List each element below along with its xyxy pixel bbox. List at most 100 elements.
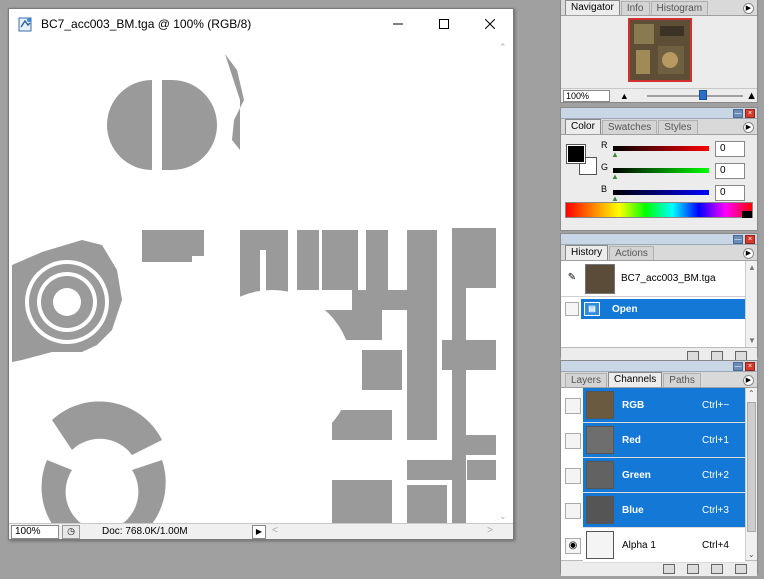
red-slider[interactable] <box>613 146 709 151</box>
visibility-toggle[interactable] <box>565 432 581 449</box>
image-canvas[interactable] <box>12 40 497 524</box>
channel-item[interactable]: Green Ctrl+2 <box>583 458 745 493</box>
save-selection-icon[interactable] <box>687 563 699 574</box>
channel-row-blue[interactable]: Blue Ctrl+3 <box>561 493 745 528</box>
scroll-up-icon[interactable]: ⌃ <box>748 389 755 398</box>
tab-histogram[interactable]: Histogram <box>650 1 709 15</box>
panel-close-icon[interactable]: × <box>745 109 755 118</box>
visibility-toggle[interactable] <box>565 467 581 484</box>
red-value-field[interactable]: 0 <box>715 141 745 157</box>
channels-scrollbar[interactable]: ⌃ ⌄ <box>745 388 757 560</box>
channel-row-alpha[interactable]: ◉ Alpha 1 Ctrl+4 <box>561 528 745 563</box>
channel-thumbnail <box>586 426 614 454</box>
panel-minimize-icon[interactable]: — <box>733 362 743 371</box>
zoom-field[interactable]: 100% <box>11 524 59 539</box>
zoom-in-icon[interactable]: ▲ <box>746 90 757 102</box>
history-step-label: Open <box>612 303 638 315</box>
horizontal-scrollbar[interactable]: < > <box>270 525 513 539</box>
panel-menu-icon[interactable]: ▶ <box>743 3 754 14</box>
scroll-right-icon[interactable]: > <box>487 525 493 536</box>
panel-minimize-icon[interactable]: — <box>733 235 743 244</box>
zoom-out-icon[interactable]: ▲ <box>620 91 629 101</box>
tab-layers[interactable]: Layers <box>565 373 608 387</box>
slider-marker-icon[interactable]: ▲ <box>611 172 619 181</box>
close-button[interactable] <box>467 9 513 39</box>
channel-item[interactable]: Alpha 1 Ctrl+4 <box>583 528 745 563</box>
zoom-slider[interactable] <box>646 89 743 102</box>
panel-close-icon[interactable]: × <box>745 362 755 371</box>
vertical-scrollbar[interactable]: ⌃ ⌄ <box>496 40 512 524</box>
channel-item[interactable]: Blue Ctrl+3 <box>583 493 745 528</box>
history-source-checkbox[interactable] <box>565 302 579 316</box>
scroll-up-icon[interactable]: ⌃ <box>499 42 507 53</box>
tab-color[interactable]: Color <box>565 119 601 134</box>
camera-snapshot-icon[interactable] <box>711 350 723 361</box>
maximize-icon <box>439 19 449 29</box>
history-state-open[interactable]: ▤ Open <box>561 299 745 319</box>
open-document-icon: ▤ <box>584 302 600 316</box>
navigator-thumbnail[interactable] <box>628 18 692 82</box>
panel-minimize-icon[interactable]: — <box>733 109 743 118</box>
panel-header[interactable]: — × <box>561 234 757 245</box>
channel-item[interactable]: Red Ctrl+1 <box>583 423 745 458</box>
blue-slider[interactable] <box>613 190 709 195</box>
history-snapshot[interactable]: ✎ BC7_acc003_BM.tga <box>561 261 745 297</box>
tab-swatches[interactable]: Swatches <box>601 120 658 134</box>
scroll-thumb[interactable] <box>747 402 756 532</box>
navigator-zoom-field[interactable]: 100% <box>563 89 610 102</box>
panel-menu-icon[interactable]: ▶ <box>743 375 754 386</box>
green-value-field[interactable]: 0 <box>715 163 745 179</box>
tab-styles[interactable]: Styles <box>658 120 698 134</box>
minimize-button[interactable] <box>375 9 421 39</box>
history-brush-icon[interactable]: ✎ <box>565 272 579 286</box>
scroll-down-icon[interactable]: ▼ <box>748 336 756 345</box>
tab-channels[interactable]: Channels <box>608 372 663 387</box>
visibility-toggle[interactable] <box>565 397 581 414</box>
panel-close-icon[interactable]: × <box>745 235 755 244</box>
color-body: R ▲ 0 G ▲ 0 B ▲ 0 <box>561 135 757 219</box>
green-slider[interactable] <box>613 168 709 173</box>
tab-navigator[interactable]: Navigator <box>565 0 620 15</box>
color-row-r: R ▲ 0 <box>601 140 751 159</box>
scroll-down-icon[interactable]: ⌄ <box>748 550 755 559</box>
blue-value-field[interactable]: 0 <box>715 185 745 201</box>
document-titlebar[interactable]: BC7_acc003_BM.tga @ 100% (RGB/8) <box>9 9 513 39</box>
panel-header[interactable]: — × <box>561 361 757 372</box>
maximize-button[interactable] <box>421 9 467 39</box>
photoshop-document-icon <box>18 17 32 32</box>
eye-icon[interactable]: ◉ <box>565 537 581 554</box>
channel-name: Blue <box>622 504 644 516</box>
tab-actions[interactable]: Actions <box>609 246 654 260</box>
channel-item[interactable]: RGB Ctrl+~ <box>583 388 745 423</box>
panel-menu-icon[interactable]: ▶ <box>743 248 754 259</box>
trash-icon[interactable] <box>735 350 747 361</box>
new-document-from-state-icon[interactable] <box>687 350 699 361</box>
visibility-toggle[interactable] <box>565 502 581 519</box>
tab-info[interactable]: Info <box>620 1 650 15</box>
channels-panel: — × Layers Channels Paths ▶ RGB Ctrl+~ R… <box>560 360 758 576</box>
preview-icon[interactable]: ◷ <box>62 524 80 539</box>
new-channel-icon[interactable] <box>711 563 723 574</box>
document-window[interactable]: BC7_acc003_BM.tga @ 100% (RGB/8) ⌃ ⌄ 100… <box>8 8 514 540</box>
tab-history[interactable]: History <box>565 245 609 260</box>
panel-header[interactable]: — × <box>561 108 757 119</box>
trash-icon[interactable] <box>735 563 747 574</box>
slider-marker-icon[interactable]: ▲ <box>611 150 619 159</box>
history-scrollbar[interactable]: ▲ ▼ <box>745 261 757 347</box>
channel-row-rgb[interactable]: RGB Ctrl+~ <box>561 388 745 423</box>
history-panel: — × History Actions ▶ ✎ BC7_acc003_BM.tg… <box>560 233 758 363</box>
channel-row-green[interactable]: Green Ctrl+2 <box>561 458 745 493</box>
tab-paths[interactable]: Paths <box>663 373 701 387</box>
history-step-selected[interactable]: ▤ Open <box>581 299 745 319</box>
navigator-thumbnail-image <box>630 20 690 80</box>
load-selection-icon[interactable] <box>663 563 675 574</box>
panel-menu-icon[interactable]: ▶ <box>743 122 754 133</box>
channel-row-red[interactable]: Red Ctrl+1 <box>561 423 745 458</box>
scroll-left-icon[interactable]: < <box>272 525 278 536</box>
foreground-color-swatch[interactable] <box>566 144 586 164</box>
scroll-down-icon[interactable]: ⌄ <box>499 511 507 522</box>
zoom-slider-knob[interactable] <box>698 89 707 100</box>
status-menu-arrow-icon[interactable]: ▶ <box>252 524 266 539</box>
color-spectrum-ramp[interactable] <box>565 202 753 218</box>
scroll-up-icon[interactable]: ▲ <box>748 263 756 272</box>
